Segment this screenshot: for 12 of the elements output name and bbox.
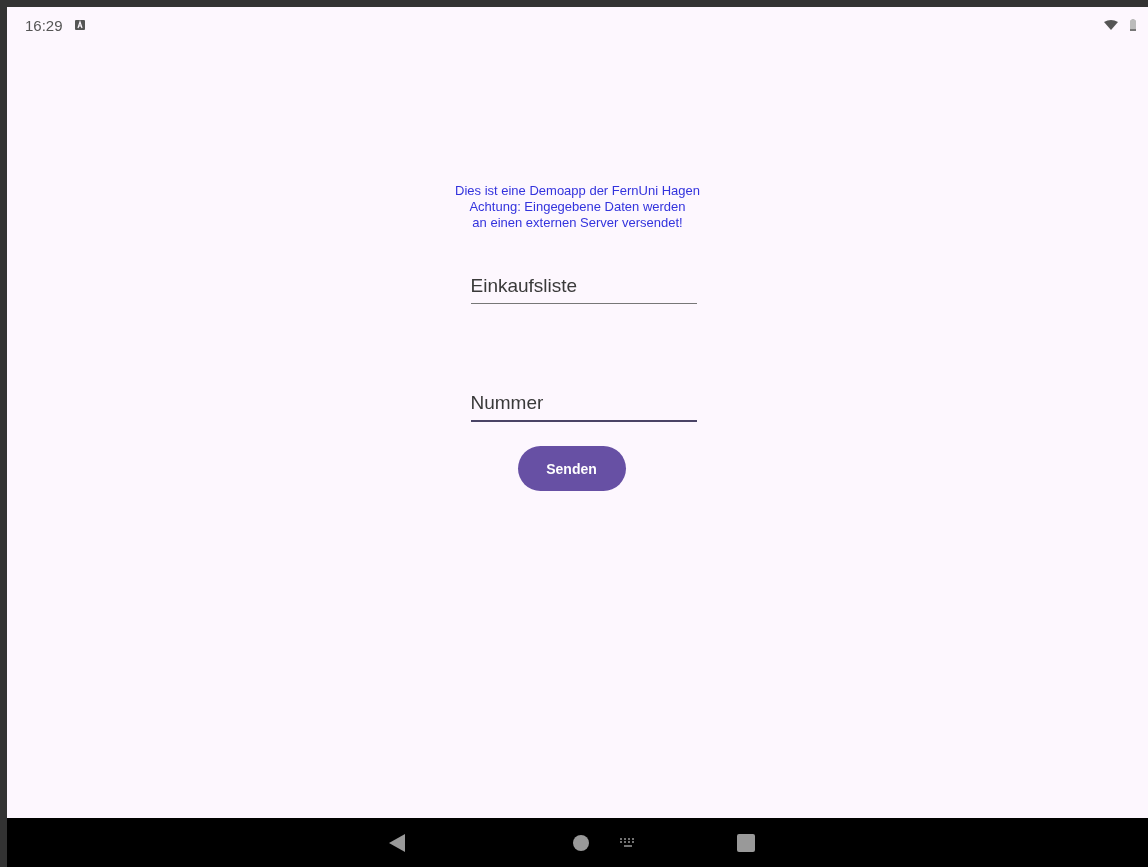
- input-field[interactable]: Einkaufsliste: [470, 271, 697, 304]
- send-button[interactable]: Senden: [517, 446, 626, 491]
- wifi-icon: [1104, 20, 1118, 30]
- home-icon[interactable]: [573, 834, 589, 851]
- keyboard-icon[interactable]: [619, 837, 637, 848]
- input-field[interactable]: Nummer: [470, 388, 697, 422]
- battery-icon: [1130, 19, 1136, 31]
- recents-icon[interactable]: [737, 833, 755, 852]
- notification-icon: [74, 20, 85, 30]
- back-icon[interactable]: [389, 833, 405, 852]
- warning-text: Dies ist eine Demoapp der FernUni Hagen Achtung: Eingegebene Daten werden an einen externen Server versendet!: [455, 183, 700, 231]
- status-time: 16:29: [25, 16, 63, 34]
